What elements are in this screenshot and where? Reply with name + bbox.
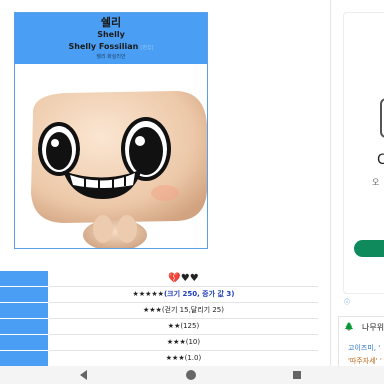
stats-table: 💔♥♥ ★★★★★(크기 250, 증가 값 3) ★★★(걷기 15,달리기 … [0,271,318,366]
stat-label-cell [0,351,48,366]
stat-value-cell: ★★(125) [49,319,318,335]
edit-link[interactable]: [편집] [140,45,153,51]
infobox-header: 쉘리 Shelly Shelly Fossilian [편집] 쉘리 화실리안 [15,13,207,64]
app-subtitle-fragment: 오 [372,178,380,187]
stat-value-cell: 💔♥♥ [49,271,318,287]
star-rating: ★★ [167,322,181,330]
character-portrait [15,65,207,248]
tree-icon: 🌲 [344,322,354,331]
heart-icons: 💔♥♥ [168,273,199,284]
stat-note: (1.0) [184,354,202,362]
star-rating: ★★★★★ [132,290,164,298]
stat-note: (125) [180,322,200,330]
related-link[interactable]: 고이즈미, ' [348,343,380,353]
system-navigation-bar [0,366,384,384]
star-rating: ★★★ [143,306,162,314]
character-full-name: Shelly Fossilian [편집] [15,42,207,51]
column-divider [330,0,331,366]
stat-value-cell: ★★★(1.0) [49,351,318,366]
stat-note: (10) [185,338,201,346]
star-rating: ★★★ [166,338,186,346]
stat-value-cell: ★★★★★(크기 250, 증가 값 3) [49,287,318,303]
stat-label-cell [0,287,48,302]
stat-note[interactable]: (크기 250, 증가 값 3) [164,290,235,298]
related-box-title: 나무위 [362,323,384,332]
stat-value-cell: ★★★(10) [49,335,318,351]
full-name-text: Shelly Fossilian [68,42,139,51]
stat-label-cell [0,303,48,318]
character-name-korean: 쉘리 [100,16,122,29]
recents-icon[interactable] [293,371,301,379]
stat-row-health: 💔♥♥ [0,271,318,287]
stat-note: (걷기 15,달리기 25) [161,306,224,314]
stat-value-cell: ★★★(걷기 15,달리기 25) [49,303,318,319]
character-name-english: Shelly [97,30,125,39]
stat-label-cell [0,271,48,286]
related-link[interactable]: '따주자세' ' [348,356,382,366]
stat-row-capacity: ★★(125) [0,319,318,335]
info-icon[interactable]: ⓘ [344,297,350,306]
stat-row-speed: ★★★(걷기 15,달리기 25) [0,303,318,319]
character-subtitle: 쉘리 화실리안 [96,54,126,60]
stat-row-range: ★★★(10) [0,335,318,351]
stat-label-cell [0,335,48,350]
app-title-fragment: C [377,152,384,168]
home-icon[interactable] [186,370,196,380]
stat-row-size: ★★★★★(크기 250, 증가 값 3) [0,287,318,303]
wiki-page: 쉘리 Shelly Shelly Fossilian[편집] 쉘리 화실리안 [0,0,384,366]
stat-row-rate: ★★★(1.0) [0,351,318,366]
back-icon[interactable] [80,370,87,380]
stat-label-cell [0,319,48,334]
star-rating: ★★★ [165,354,185,362]
app-icon[interactable] [380,98,384,138]
install-button[interactable] [354,240,384,257]
character-infobox: 쉘리 Shelly Shelly Fossilian [편집] 쉘리 화실리안 [14,12,208,249]
